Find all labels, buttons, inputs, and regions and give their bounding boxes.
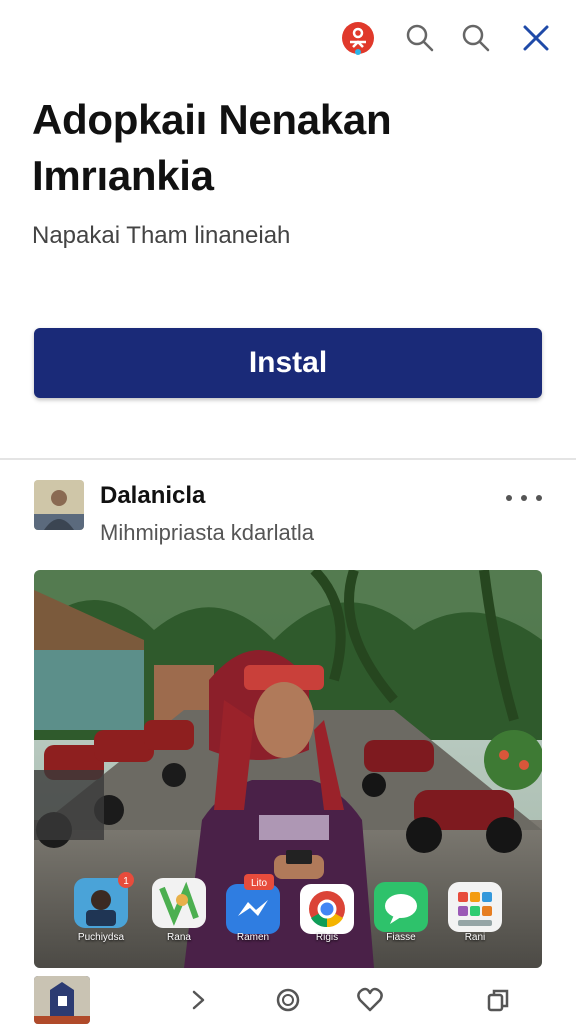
headline-line-1: Adopkaiı Nenakan — [32, 96, 392, 143]
search-icon[interactable] — [456, 18, 496, 58]
heart-icon[interactable] — [350, 980, 390, 1020]
avatar[interactable] — [34, 480, 84, 530]
brand-logo-icon[interactable] — [338, 18, 378, 58]
headline-line-2: Imrıankia — [32, 152, 214, 199]
bottom-nav — [0, 972, 576, 1024]
ad-headline: Adopkaiı Nenakan Imrıankia — [32, 92, 552, 204]
post-header: Dalanicla Mihmipriasta kdarlatla — [0, 470, 576, 560]
photo-scene: 1 Lito — [34, 570, 542, 968]
circle-icon[interactable] — [268, 980, 308, 1020]
app-label: Rani — [464, 932, 486, 943]
app-label: Rana — [167, 932, 191, 943]
section-divider — [0, 458, 576, 460]
post-photo[interactable]: 1 Lito Puchiydsa Rana Ramen Rigis Fiasse… — [34, 570, 542, 968]
install-button[interactable]: Instal — [34, 328, 542, 398]
app-label-row: Puchiydsa Rana Ramen Rigis Fiasse Rani — [34, 932, 542, 952]
ad-subtitle: Napakai Tham linaneiah — [32, 222, 291, 249]
post-meta: Mihmipriasta kdarlatla — [100, 520, 314, 545]
app-label: Fiasse — [386, 932, 416, 943]
app-label: Rigis — [315, 932, 339, 943]
top-bar — [0, 0, 576, 80]
app-label: Ramen — [236, 932, 270, 943]
more-options-icon[interactable] — [506, 488, 542, 508]
svg-text:1: 1 — [123, 876, 129, 887]
app-label: Puchiydsa — [77, 932, 125, 943]
thumbnail-image[interactable] — [34, 976, 90, 1024]
close-icon[interactable] — [516, 18, 556, 58]
search-icon[interactable] — [400, 18, 440, 58]
svg-text:Lito: Lito — [251, 878, 268, 889]
copy-icon[interactable] — [478, 980, 518, 1020]
forward-icon[interactable] — [178, 980, 218, 1020]
post-author[interactable]: Dalanicla — [100, 482, 205, 510]
